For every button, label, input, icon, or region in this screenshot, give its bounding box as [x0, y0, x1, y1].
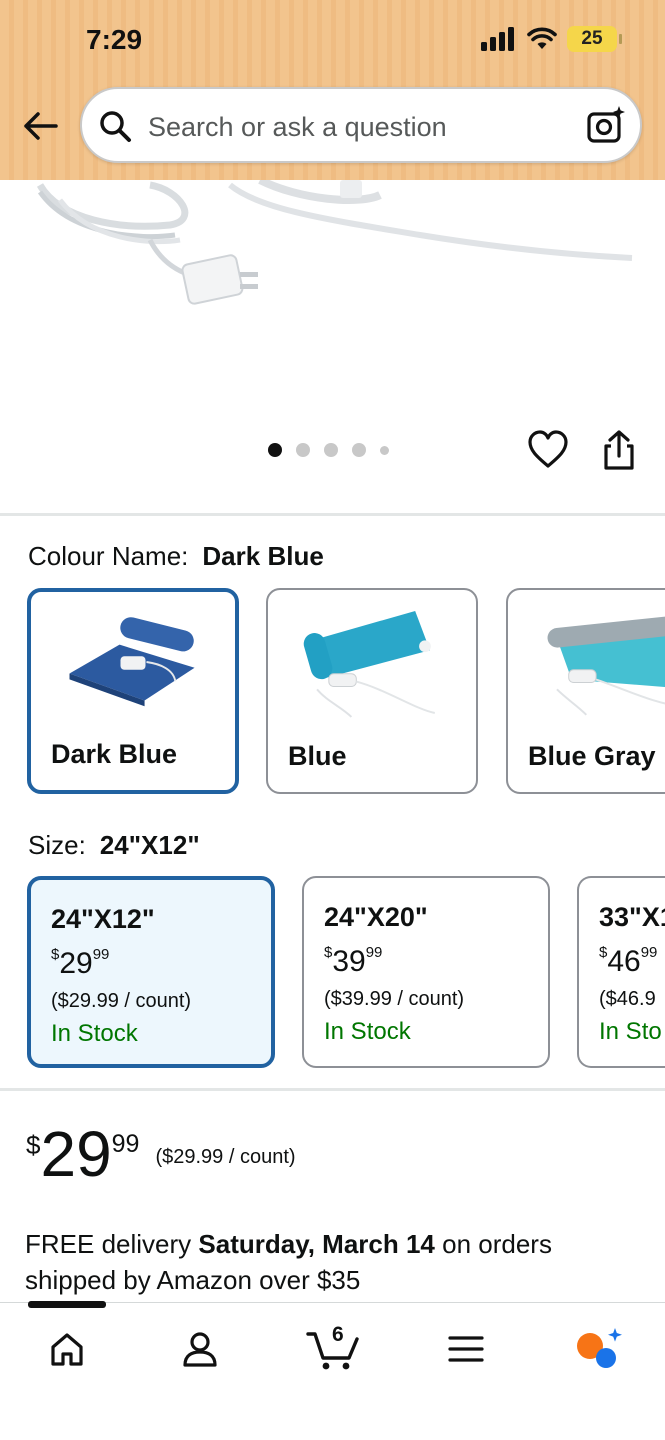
wifi-icon	[527, 27, 557, 49]
nav-rufus-assistant[interactable]	[567, 1323, 627, 1375]
price-fraction: 99	[365, 944, 383, 961]
battery-icon: 25	[567, 26, 622, 52]
section-divider	[0, 513, 665, 516]
size-label-text: Size:	[28, 830, 86, 860]
app-header: 7:29 25 Search or ask a question	[0, 0, 665, 180]
size-option-unit-price: ($46.9	[599, 988, 656, 1010]
size-selected-value: 24"X12"	[99, 830, 200, 860]
price-symbol: $	[26, 1130, 41, 1160]
size-option-name: 33"X1	[599, 902, 665, 932]
nav-home[interactable]	[37, 1323, 97, 1375]
search-bar[interactable]: Search or ask a question	[80, 87, 642, 163]
size-option-24x20[interactable]: 24"X20" $3999 ($39.99 / count) In Stock	[302, 876, 550, 1068]
carousel-dot[interactable]	[352, 443, 366, 457]
heart-icon	[528, 430, 568, 468]
colour-swatch-label: Blue	[288, 741, 347, 771]
colour-swatch-label: Dark Blue	[51, 739, 178, 769]
assistant-icon	[577, 1328, 622, 1368]
size-option-name: 24"X20"	[324, 902, 428, 932]
battery-level: 25	[581, 28, 603, 49]
price-fraction: 99	[640, 944, 658, 961]
signal-icon	[481, 27, 514, 51]
size-option-price: $2999	[51, 946, 109, 981]
carousel-dot[interactable]	[268, 443, 282, 457]
delivery-date: Saturday, March 14	[198, 1229, 435, 1259]
colour-swatch-label: Blue Gray	[528, 741, 656, 771]
heating-pad-dark-blue-image	[69, 617, 195, 707]
colour-selected-value: Dark Blue	[202, 541, 324, 571]
delivery-info: FREE delivery Saturday, March 14 on orde…	[25, 1226, 625, 1298]
nav-active-indicator	[28, 1301, 106, 1308]
share-button[interactable]	[598, 428, 640, 472]
price-whole: 29	[40, 1118, 112, 1190]
heating-pad-blue-gray-image	[547, 613, 665, 716]
carousel-dot[interactable]	[296, 443, 310, 457]
back-button[interactable]	[18, 106, 62, 146]
nav-menu[interactable]	[436, 1323, 496, 1375]
size-option-stock: In Stock	[51, 1020, 138, 1047]
size-option-price: $4699	[599, 944, 657, 979]
camera-icon[interactable]	[586, 105, 626, 145]
status-time: 7:29	[86, 24, 143, 55]
heating-pad-blue-image	[303, 610, 435, 718]
cart-count-badge: 6	[332, 1323, 344, 1346]
section-divider	[0, 1088, 665, 1091]
share-icon	[604, 430, 634, 470]
price-whole: 29	[59, 947, 93, 980]
product-photo	[36, 180, 633, 305]
colour-label: Colour Name: Dark Blue	[28, 541, 324, 572]
nav-cart[interactable]: 6	[302, 1323, 362, 1375]
colour-swatch-blue-gray[interactable]: Blue Gray	[506, 588, 665, 794]
colour-swatch-blue[interactable]: Blue	[266, 588, 478, 794]
price-fraction: 99	[111, 1130, 140, 1158]
size-option-price: $3999	[324, 944, 382, 979]
size-option-stock: In Sto	[599, 1018, 662, 1045]
carousel-dot[interactable]	[324, 443, 338, 457]
main-price: $ 29 99 ($29.99 / count)	[26, 1120, 296, 1188]
bottom-nav: 6	[0, 1301, 665, 1440]
nav-account[interactable]	[170, 1323, 230, 1375]
menu-icon	[448, 1336, 484, 1362]
colour-swatch-dark-blue[interactable]: Dark Blue	[27, 588, 239, 794]
search-icon	[100, 111, 131, 142]
back-arrow-icon	[24, 112, 58, 140]
size-label: Size: 24"X12"	[28, 830, 200, 861]
price-whole: 46	[607, 945, 641, 978]
search-input[interactable]: Search or ask a question	[148, 112, 447, 143]
size-option-unit-price: ($29.99 / count)	[51, 990, 192, 1012]
price-unit: ($29.99 / count)	[155, 1146, 296, 1168]
delivery-prefix: FREE delivery	[25, 1229, 199, 1259]
image-carousel-dots[interactable]	[268, 443, 389, 457]
size-option-33x[interactable]: 33"X1 $4699 ($46.9 In Sto	[577, 876, 665, 1068]
price-fraction: 99	[92, 946, 110, 963]
colour-label-text: Colour Name:	[28, 541, 189, 571]
home-icon	[51, 1333, 83, 1366]
wishlist-button[interactable]	[526, 428, 570, 472]
size-option-24x12[interactable]: 24"X12" $2999 ($29.99 / count) In Stock	[27, 876, 275, 1068]
user-icon	[183, 1332, 217, 1367]
status-icons: 25	[481, 26, 622, 52]
price-whole: 39	[332, 945, 366, 978]
product-image[interactable]	[0, 180, 665, 420]
size-option-stock: In Stock	[324, 1018, 411, 1045]
carousel-dot[interactable]	[380, 445, 389, 455]
size-option-unit-price: ($39.99 / count)	[324, 988, 465, 1010]
size-option-name: 24"X12"	[51, 904, 155, 934]
